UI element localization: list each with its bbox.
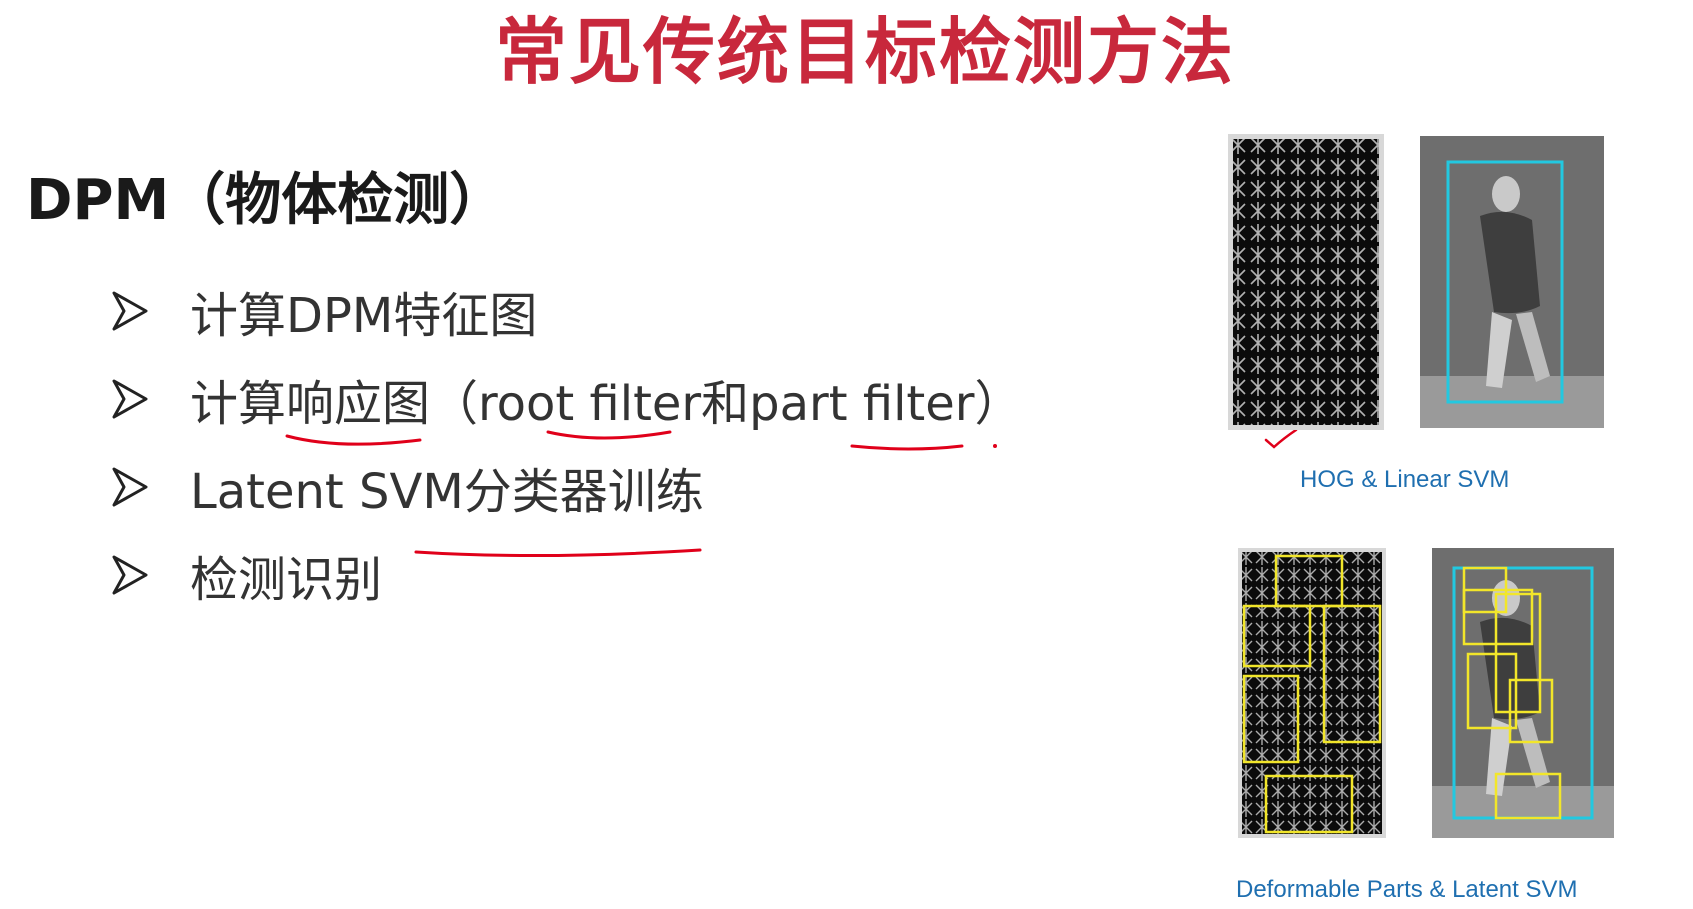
ink-underline	[850, 444, 964, 451]
parts-detection-photo	[1432, 548, 1614, 838]
ink-underline	[414, 548, 702, 558]
ink-underline	[285, 434, 422, 446]
bullet-text: 计算响应图（root filter和part filter）	[190, 376, 1023, 432]
arrowhead-bullet-icon	[112, 291, 148, 331]
bullet-text: 检测识别	[190, 552, 383, 608]
bottom-figure-caption: Deformable Parts & Latent SVM	[1236, 876, 1578, 903]
deformable-parts-filter-image	[1238, 548, 1386, 838]
section-heading: DPM（物体检测）	[26, 168, 506, 233]
bullet-text: Latent SVM分类器训练	[190, 464, 704, 520]
slide-title: 常见传统目标检测方法	[494, 10, 1235, 94]
ink-dot	[993, 444, 997, 448]
ink-checkmark	[1264, 428, 1298, 449]
hog-root-filter-image	[1228, 134, 1384, 430]
person-detection-photo	[1420, 136, 1604, 428]
bullet-text: 计算DPM特征图	[190, 288, 538, 344]
bullet-item: Latent SVM分类器训练	[110, 452, 704, 522]
arrowhead-bullet-icon	[112, 379, 148, 419]
bullet-item: 计算响应图（root filter和part filter）	[110, 364, 1023, 434]
arrowhead-bullet-icon	[112, 467, 148, 507]
bullet-item: 检测识别	[110, 540, 382, 610]
top-figure-caption: HOG & Linear SVM	[1300, 466, 1510, 493]
bullet-item: 计算DPM特征图	[110, 276, 537, 346]
arrowhead-bullet-icon	[112, 555, 148, 595]
